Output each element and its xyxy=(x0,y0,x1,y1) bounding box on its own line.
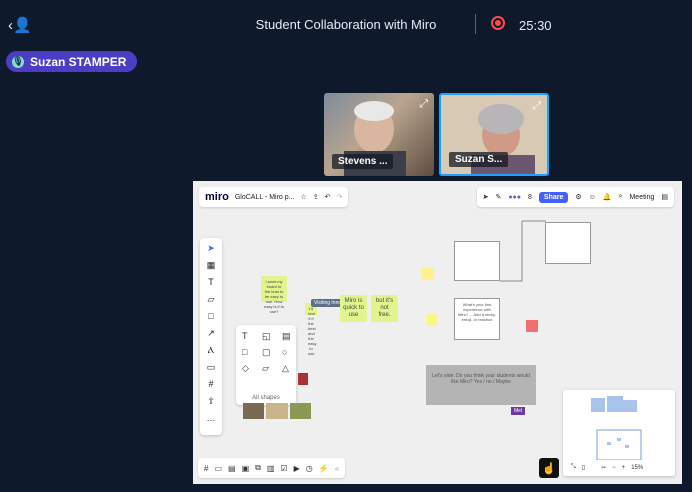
chat-icon[interactable]: ▭ xyxy=(214,464,222,473)
more-icon[interactable]: … xyxy=(207,412,216,425)
miro-collab-bar: ➤ ✎ ●●● 8 Share ⚙ ☺ 🔔 ⌕ Meeting ▤ xyxy=(476,187,674,207)
image-thumbnail[interactable] xyxy=(266,403,288,419)
sticky-note-empty[interactable] xyxy=(426,314,438,326)
participant-video-tile-active[interactable]: ⤢ Suzan S... xyxy=(439,93,549,176)
circle-shape-icon[interactable]: ○ xyxy=(282,347,296,358)
redo-icon[interactable]: ↷ xyxy=(337,193,343,201)
parallelogram-icon[interactable]: ▱ xyxy=(262,363,276,374)
collapse-icon[interactable]: « xyxy=(335,464,339,473)
sticky-icon[interactable]: ▱ xyxy=(208,293,215,306)
shared-screen-miro-board[interactable]: miro GloCALL - Miro p... ☆ ⇪ ↶ ↷ ➤ ✎ ●●●… xyxy=(193,181,682,484)
screen-icon[interactable]: ▣ xyxy=(242,464,250,473)
share-button[interactable]: Share xyxy=(538,191,569,203)
cursor-icon[interactable]: ➤ xyxy=(483,193,489,201)
miro-board-header: miro GloCALL - Miro p... ☆ ⇪ ↶ ↷ xyxy=(199,187,349,207)
board-title[interactable]: GloCALL - Miro p... xyxy=(235,194,295,201)
star-icon[interactable]: ☆ xyxy=(301,193,307,201)
recording-timer: 25:30 xyxy=(519,18,552,33)
timer-icon[interactable]: ◷ xyxy=(306,464,313,473)
triangle-shape-icon[interactable]: △ xyxy=(282,363,296,374)
miro-logo: miro xyxy=(205,191,229,203)
participant-name: Suzan S... xyxy=(449,152,509,167)
shape-icon[interactable]: □ xyxy=(208,310,213,323)
zoom-in-button[interactable]: + xyxy=(622,465,626,471)
kanban-icon[interactable]: ▥ xyxy=(267,464,275,473)
image-thumbnail[interactable] xyxy=(298,373,308,385)
diamond-shape-icon[interactable]: ◇ xyxy=(242,363,256,374)
user-cursor-tag: Mel xyxy=(511,407,526,415)
sticky-note-empty[interactable] xyxy=(422,268,434,280)
left-toolbar: ➤ ▦ T ▱ □ ↗ Ⲁ ▭ # ⇧ … xyxy=(200,238,222,435)
rounded-square-icon[interactable]: ▢ xyxy=(262,347,276,358)
undo-icon[interactable]: ↶ xyxy=(325,193,331,201)
record-icon xyxy=(491,16,505,30)
fit-width-icon[interactable]: ⇿ xyxy=(601,464,606,471)
sticky-note[interactable]: but it's not free. xyxy=(371,295,398,322)
select-icon[interactable]: ➤ xyxy=(207,242,215,255)
empty-frame[interactable] xyxy=(454,241,500,281)
settings-icon[interactable]: ⚙ xyxy=(575,193,581,201)
pen-tool-icon[interactable]: Ⲁ xyxy=(208,344,214,357)
frames-icon[interactable]: # xyxy=(204,464,208,473)
comment-icon[interactable]: ▭ xyxy=(207,361,216,374)
upload-icon[interactable]: ⇧ xyxy=(207,395,215,408)
divider xyxy=(475,14,476,34)
text-shape-icon[interactable]: T xyxy=(242,331,256,342)
search-icon[interactable]: ⌕ xyxy=(619,193,623,201)
export-icon[interactable]: ⇪ xyxy=(313,193,319,201)
card-shape-icon[interactable]: ▤ xyxy=(282,331,296,342)
minimap[interactable]: ⤡ ▯ ⇿ − + 15% xyxy=(563,390,675,476)
prompt-card[interactable]: What's your first experience with Miro? … xyxy=(454,298,500,340)
vote-card[interactable]: Let's vote: Do you think your students w… xyxy=(426,365,536,405)
participant-video-tile[interactable]: ⤢ Stevens ... xyxy=(324,93,434,176)
empty-frame[interactable] xyxy=(545,222,591,264)
microphone-icon: 🎙 xyxy=(12,55,24,68)
map-icon[interactable]: ▯ xyxy=(582,464,585,471)
sticky-note[interactable]: I want my board to the lead to be easy t… xyxy=(261,276,287,314)
reactions-icon[interactable]: ☺ xyxy=(589,194,596,201)
expand-icon[interactable]: ⤢ xyxy=(532,100,541,113)
all-shapes-link[interactable]: All shapes xyxy=(236,395,296,401)
shapes-panel: T ◱ ▤ □ ▢ ○ ◇ ▱ △ All shapes xyxy=(236,325,296,405)
template-icon[interactable]: ▦ xyxy=(207,259,216,272)
avatars[interactable]: ●●● xyxy=(508,194,521,201)
list-icon[interactable]: ▤ xyxy=(661,193,668,201)
image-thumbnail[interactable] xyxy=(289,403,311,419)
sticky-note-red[interactable] xyxy=(526,320,538,332)
fit-icon[interactable]: ⤡ xyxy=(571,464,576,471)
frame-icon[interactable]: # xyxy=(208,378,213,391)
meeting-title: Student Collaboration with Miro xyxy=(255,17,437,32)
square-shape-icon[interactable]: □ xyxy=(242,347,256,358)
cards-icon[interactable]: ⧉ xyxy=(255,463,261,473)
apps-icon[interactable]: ⚡ xyxy=(319,464,329,473)
active-speaker-badge: 🎙 Suzan STAMPER xyxy=(6,51,138,72)
notes-icon[interactable]: ▤ xyxy=(228,464,236,473)
zoom-out-button[interactable]: − xyxy=(612,465,616,471)
meeting-button[interactable]: Meeting xyxy=(629,194,654,201)
line-icon[interactable]: ↗ xyxy=(207,327,215,340)
participant-name: Stevens ... xyxy=(332,154,394,169)
sticky-note[interactable]: Miro is quick to use xyxy=(340,295,367,322)
bell-icon[interactable]: 🔔 xyxy=(603,193,612,201)
zoom-controls: ⤡ ▯ ⇿ − + 15% xyxy=(571,464,643,471)
expand-icon[interactable]: ⤢ xyxy=(419,98,428,111)
minimap-preview xyxy=(591,396,642,460)
vote-icon[interactable]: ☑ xyxy=(280,464,287,473)
text-icon[interactable]: T xyxy=(208,276,214,289)
image-row[interactable] xyxy=(243,403,311,419)
hand-tool-icon[interactable]: ☝ xyxy=(539,458,559,478)
avatar-count: 8 xyxy=(528,193,532,201)
speaker-name: Suzan STAMPER xyxy=(30,54,127,69)
present-icon[interactable]: ▶ xyxy=(294,464,300,473)
bottom-toolbar: # ▭ ▤ ▣ ⧉ ▥ ☑ ▶ ◷ ⚡ « xyxy=(198,458,346,478)
sticky-shape-icon[interactable]: ◱ xyxy=(262,331,276,342)
pen-icon[interactable]: ✎ xyxy=(495,193,501,201)
image-thumbnail[interactable] xyxy=(243,403,265,419)
zoom-level[interactable]: 15% xyxy=(631,465,643,471)
connector-lines xyxy=(500,220,546,282)
